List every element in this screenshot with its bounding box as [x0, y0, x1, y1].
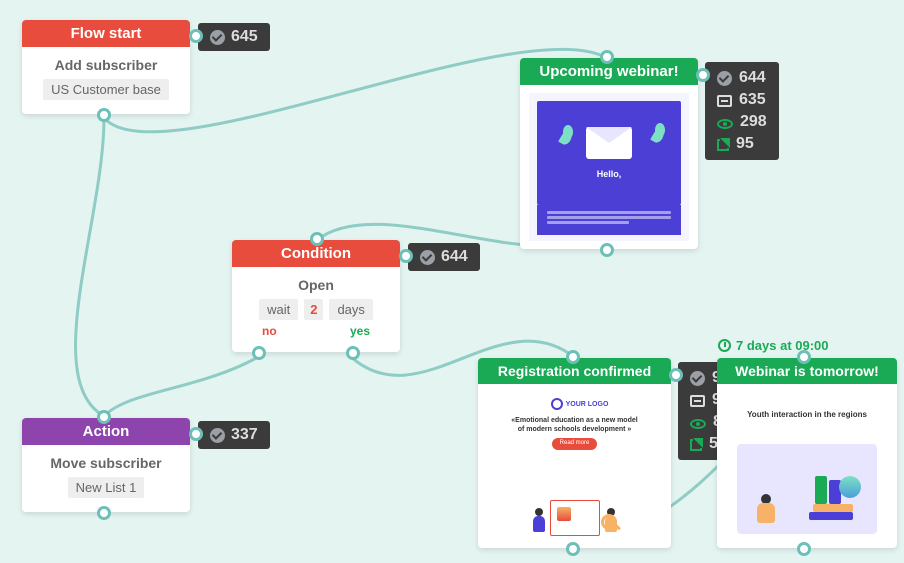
port-out[interactable]: [97, 108, 111, 122]
stats-connector: [669, 368, 683, 382]
flow-start-tag: US Customer base: [43, 79, 169, 100]
external-link-icon: [717, 139, 729, 151]
inbox-icon: [690, 395, 705, 407]
port-out[interactable]: [600, 243, 614, 257]
eye-icon: [690, 419, 706, 429]
port-in[interactable]: [797, 350, 811, 364]
check-icon: [690, 371, 705, 386]
email3-preview: Youth interaction in the regions: [727, 392, 887, 540]
port-out[interactable]: [566, 542, 580, 556]
check-icon: [717, 71, 732, 86]
condition-yes-label: yes: [350, 324, 370, 338]
action-subtitle: Move subscriber: [34, 455, 178, 471]
port-out[interactable]: [797, 542, 811, 556]
pill-button: Read more: [552, 438, 598, 450]
port-no[interactable]: [252, 346, 266, 360]
check-icon: [210, 30, 225, 45]
stats-connector: [399, 249, 413, 263]
check-icon: [210, 428, 225, 443]
action-stats: 337: [198, 421, 270, 449]
magnifier-icon: [601, 514, 617, 530]
email2-preview: YOUR LOGO «Emotional education as a new …: [495, 392, 655, 540]
email1-stats: 644 635 298 95: [705, 62, 779, 160]
flow-start-title: Flow start: [22, 20, 190, 47]
flow-start-node[interactable]: Flow start Add subscriber US Customer ba…: [22, 20, 190, 114]
email-upcoming-webinar-node[interactable]: Upcoming webinar! Hello,: [520, 58, 698, 249]
email-webinar-tomorrow-node[interactable]: Webinar is tomorrow! Youth interaction i…: [717, 358, 897, 548]
action-tag: New List 1: [68, 477, 145, 498]
external-link-icon: [690, 439, 702, 451]
books-icon: [803, 476, 857, 520]
port-in[interactable]: [566, 350, 580, 364]
stats-connector: [189, 29, 203, 43]
condition-no-label: no: [262, 324, 277, 338]
condition-subtitle: Open: [244, 277, 388, 293]
check-icon: [420, 250, 435, 265]
port-out[interactable]: [97, 506, 111, 520]
condition-stats: 644: [408, 243, 480, 271]
email3-timer: 7 days at 09:00: [718, 338, 829, 353]
port-in[interactable]: [97, 410, 111, 424]
condition-wait-row: wait 2 days: [244, 299, 388, 320]
flow-start-stats: 645: [198, 23, 270, 51]
globe-icon: [839, 476, 861, 498]
email1-preview: Hello,: [529, 93, 689, 241]
stat-completed: 645: [231, 28, 258, 46]
port-in[interactable]: [310, 232, 324, 246]
reader-icon: [755, 494, 777, 524]
condition-node[interactable]: Condition Open wait 2 days no yes: [232, 240, 400, 352]
stats-connector: [189, 427, 203, 441]
email-registration-confirmed-node[interactable]: Registration confirmed YOUR LOGO «Emotio…: [478, 358, 671, 548]
clock-icon: [718, 339, 731, 352]
stats-connector: [696, 68, 710, 82]
action-node[interactable]: Action Move subscriber New List 1: [22, 418, 190, 512]
envelope-icon: [586, 127, 632, 159]
inbox-icon: [717, 95, 732, 107]
port-in[interactable]: [600, 50, 614, 64]
port-yes[interactable]: [346, 346, 360, 360]
eye-icon: [717, 119, 733, 129]
flow-start-subtitle: Add subscriber: [34, 57, 178, 73]
